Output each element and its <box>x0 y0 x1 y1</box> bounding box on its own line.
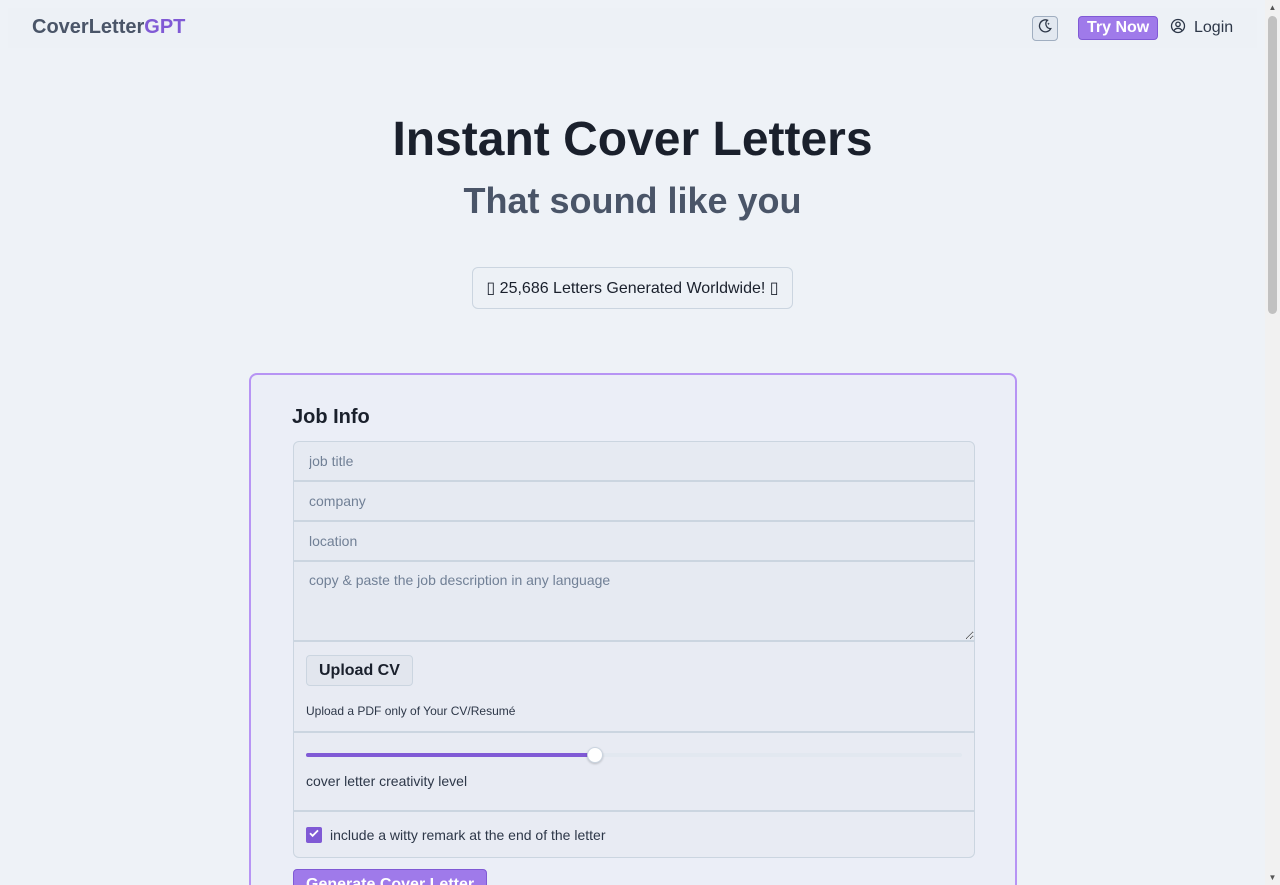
vertical-scrollbar[interactable]: ▲ ▼ <box>1265 0 1280 885</box>
upload-cv-button[interactable]: Upload CV <box>306 655 413 686</box>
logo[interactable]: CoverLetterGPT <box>32 16 185 39</box>
letters-counter-badge: ▯ 25,686 Letters Generated Worldwide! ▯ <box>472 267 793 309</box>
user-circle-icon <box>1170 18 1186 39</box>
job-description-textarea[interactable] <box>293 561 975 641</box>
slider-fill <box>306 753 595 757</box>
try-now-button[interactable]: Try Now <box>1078 16 1159 40</box>
logo-text: CoverLetter <box>32 16 145 38</box>
witty-remark-section: include a witty remark at the end of the… <box>293 811 975 858</box>
creativity-label: cover letter creativity level <box>306 773 468 789</box>
witty-remark-label: include a witty remark at the end of the… <box>330 827 606 843</box>
scroll-up-arrow-icon[interactable]: ▲ <box>1265 0 1280 15</box>
moon-icon <box>1037 18 1053 39</box>
scroll-down-arrow-icon[interactable]: ▼ <box>1265 870 1280 885</box>
top-nav: CoverLetterGPT Try Now Login <box>8 8 1257 48</box>
logo-accent-text: GPT <box>144 16 186 38</box>
witty-remark-checkbox[interactable] <box>306 827 322 843</box>
page: CoverLetterGPT Try Now Login Instant Cov… <box>0 0 1265 885</box>
location-input[interactable] <box>293 521 975 561</box>
creativity-section: cover letter creativity level <box>293 732 975 811</box>
creativity-slider[interactable] <box>306 747 962 763</box>
login-link[interactable]: Login <box>1170 18 1233 38</box>
upload-cv-section: Upload CV Upload a PDF only of Your CV/R… <box>293 641 975 732</box>
hero-subtitle: That sound like you <box>463 180 802 221</box>
job-info-card: Job Info Upload CV Upload a PDF only of … <box>249 373 1017 885</box>
scrollbar-thumb[interactable] <box>1268 16 1277 314</box>
login-label: Login <box>1194 19 1234 36</box>
slider-thumb[interactable] <box>586 747 603 763</box>
generate-cover-letter-button[interactable]: Generate Cover Letter <box>293 869 488 885</box>
company-input[interactable] <box>293 481 975 521</box>
theme-toggle-button[interactable] <box>1032 16 1058 41</box>
upload-hint: Upload a PDF only of Your CV/Resumé <box>306 704 516 718</box>
section-title: Job Info <box>292 406 370 428</box>
hero-title: Instant Cover Letters <box>392 113 873 166</box>
job-title-input[interactable] <box>293 441 975 481</box>
checkmark-icon <box>308 826 320 844</box>
